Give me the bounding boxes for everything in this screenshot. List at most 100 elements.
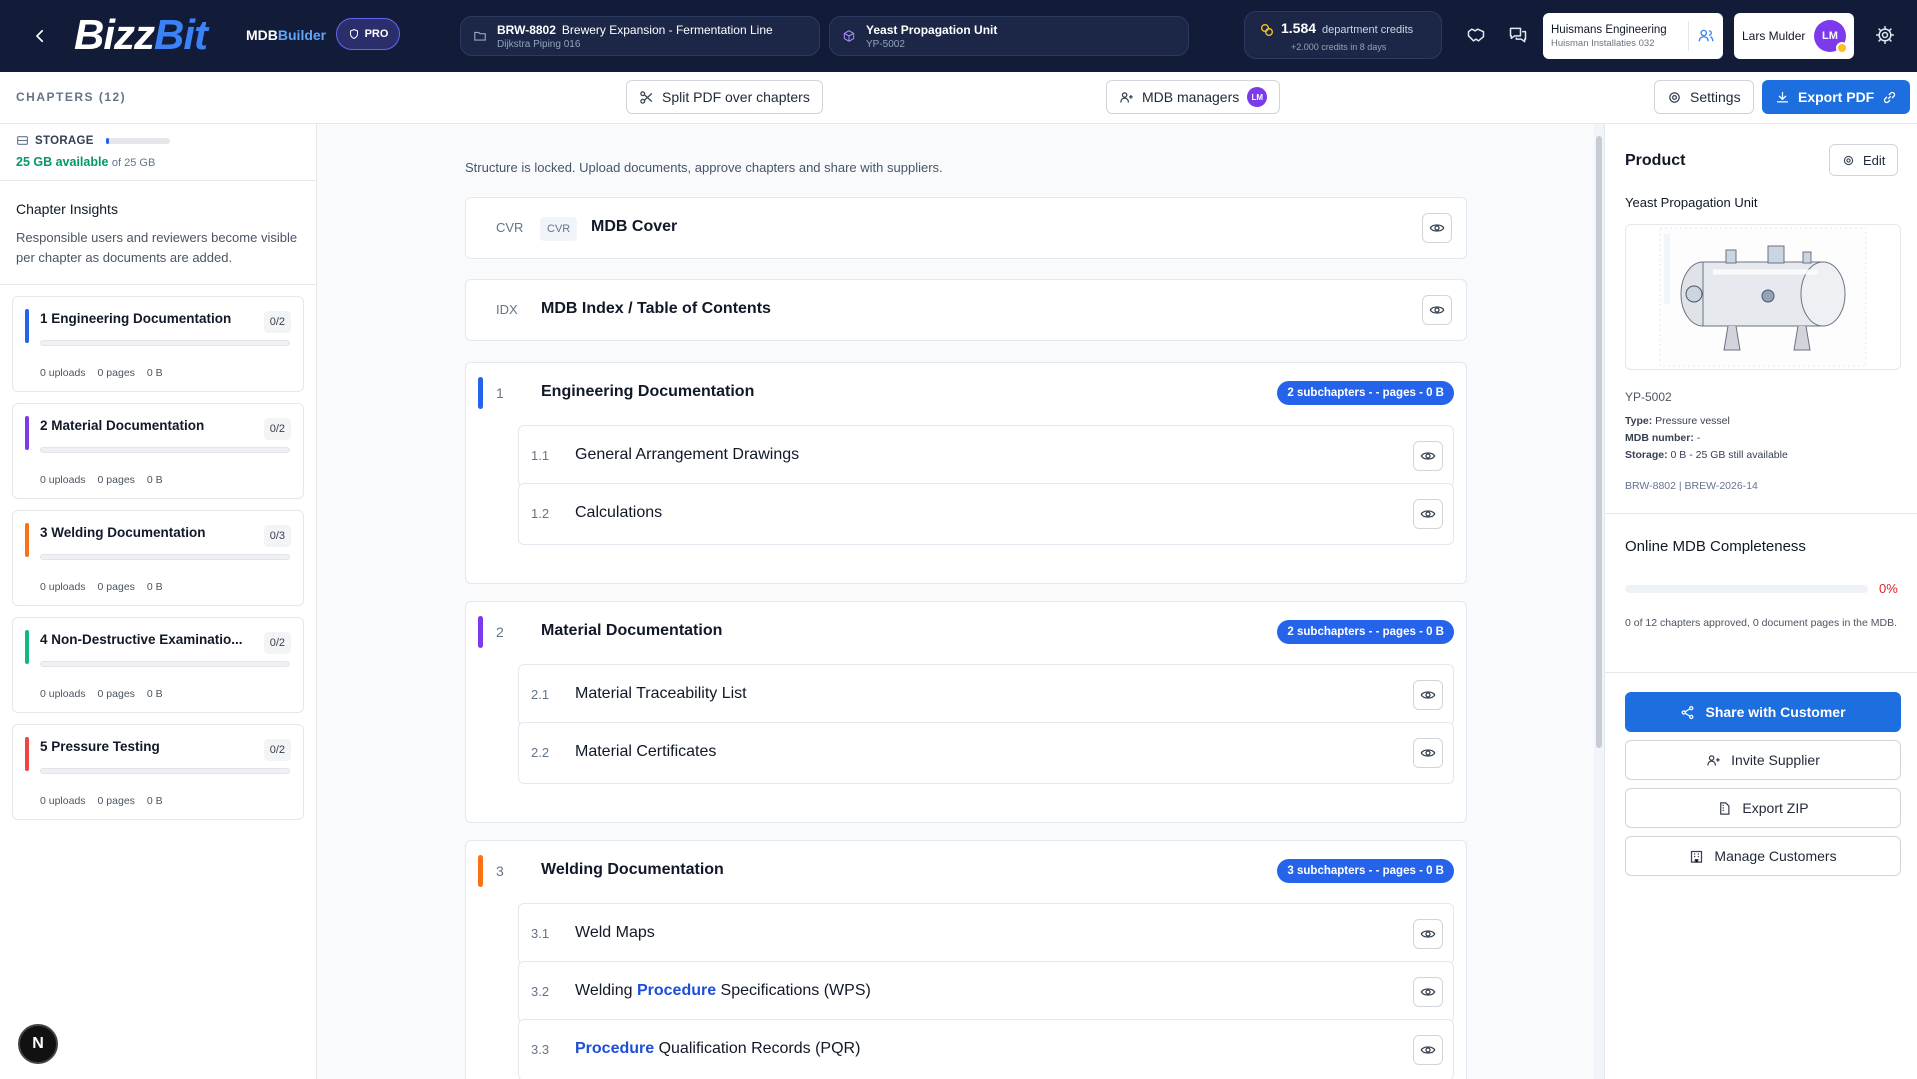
cover-row[interactable]: CVR CVR MDB Cover — [465, 197, 1467, 259]
subchapter-number: 3.2 — [531, 984, 550, 999]
export-zip-button[interactable]: Export ZIP — [1625, 788, 1901, 828]
insights-title: Chapter Insights — [16, 201, 118, 217]
preview-button[interactable] — [1413, 738, 1443, 768]
chapter-card[interactable]: 1 Engineering Documentation 0/2 0 uploads 0… — [12, 296, 304, 392]
storage-of: of 25 GB — [111, 157, 156, 169]
gear-icon — [1843, 155, 1854, 165]
credits-box[interactable]: 1.584 department credits +2.000 credits i… — [1244, 11, 1442, 59]
section-name[interactable]: Material Documentation — [541, 622, 722, 640]
subchapter-row[interactable]: 2.1 Material Traceability List — [518, 664, 1454, 726]
mdb-managers-button[interactable]: MDB managers LM — [1106, 80, 1281, 114]
subchapter-row[interactable]: 3.3 Procedure Qualification Records (PQR) — [518, 1019, 1454, 1079]
share-customer-button[interactable]: Share with Customer — [1625, 692, 1901, 732]
subchapter-row[interactable]: 1.2 Calculations — [518, 483, 1454, 545]
chapter-color-bar — [25, 523, 29, 557]
unit-code: YP-5002 — [866, 38, 905, 50]
project-selector[interactable]: BRW-8802 Brewery Expansion - Fermentation… — [460, 16, 820, 56]
status-dot — [1836, 42, 1848, 54]
export-pdf-button[interactable]: Export PDF — [1762, 80, 1911, 114]
chapter-card[interactable]: 5 Pressure Testing 0/2 0 uploads 0 pages 0 B — [12, 724, 304, 820]
user-plus-icon — [1707, 754, 1720, 766]
highlighted-term: Procedure — [575, 1040, 655, 1057]
user-name: Lars Mulder — [1742, 29, 1806, 43]
handshake-button[interactable] — [1461, 20, 1491, 50]
chapter-meta: 0 uploads 0 pages 0 B — [40, 688, 163, 700]
mdb-number-label: MDB number: — [1625, 432, 1694, 444]
eye-icon — [1420, 930, 1436, 938]
unit-selector[interactable]: Yeast Propagation Unit YP-5002 — [829, 16, 1189, 56]
cover-preview-button[interactable] — [1422, 213, 1452, 243]
index-preview-button[interactable] — [1422, 295, 1452, 325]
index-code: IDX — [496, 302, 518, 317]
product-image — [1625, 224, 1901, 370]
preview-button[interactable] — [1413, 680, 1443, 710]
credits-label: department credits — [1322, 24, 1414, 36]
invite-supplier-button[interactable]: Invite Supplier — [1625, 740, 1901, 780]
scrollbar-thumb[interactable] — [1596, 136, 1602, 748]
subchapter-row[interactable]: 3.2 Welding Procedure Specifications (WPS… — [518, 961, 1454, 1023]
chapter-count: 0/2 — [263, 418, 291, 440]
subchapter-row[interactable]: 3.1 Weld Maps — [518, 903, 1454, 965]
bizzbit-logo[interactable]: Bizz Bit — [74, 10, 208, 60]
chapter-color-bar — [25, 630, 29, 664]
user-menu[interactable]: Lars Mulder LM — [1734, 13, 1854, 59]
chapters-title: CHAPTERS (12) — [16, 90, 127, 104]
split-pdf-button[interactable]: Split PDF over chapters — [626, 80, 823, 114]
messages-button[interactable] — [1503, 20, 1533, 50]
mdb-number-value: - — [1696, 432, 1701, 444]
eye-icon — [1420, 510, 1436, 518]
preview-button[interactable] — [1413, 919, 1443, 949]
credits-amount: 1.584 — [1281, 20, 1317, 36]
preview-button[interactable] — [1413, 977, 1443, 1007]
storage-panel: STORAGE 25 GB available of 25 GB — [0, 124, 316, 181]
chapter-card[interactable]: 3 Welding Documentation 0/3 0 uploads 0 pag… — [12, 510, 304, 606]
next-devtools-button[interactable]: N — [18, 1024, 58, 1064]
cover-tag: CVR — [540, 217, 578, 241]
chapter-count: 0/2 — [263, 739, 291, 761]
subchapter-name: Procedure Qualification Records (PQR) — [575, 1040, 860, 1058]
preview-button[interactable] — [1413, 441, 1443, 471]
edit-product-button[interactable]: Edit — [1829, 144, 1899, 176]
chapter-section: 1 Engineering Documentation 2 subchapters … — [465, 362, 1467, 584]
project-name: Brewery Expansion - Fermentation Line — [561, 22, 773, 37]
chapter-color-bar — [25, 737, 29, 771]
managers-avatar: LM — [1247, 87, 1268, 107]
settings-button[interactable]: Settings — [1654, 80, 1754, 114]
preview-button[interactable] — [1413, 499, 1443, 529]
subchapter-row[interactable]: 2.2 Material Certificates — [518, 722, 1454, 784]
edit-label: Edit — [1863, 152, 1886, 168]
chapter-progress — [40, 661, 290, 667]
preview-button[interactable] — [1413, 1035, 1443, 1065]
section-badge: 2 subchapters - - pages - 0 B — [1277, 381, 1454, 405]
subchapter-name-text: Weld Maps — [575, 924, 655, 941]
chapter-color-bar — [25, 416, 29, 450]
chapters-sidebar: STORAGE 25 GB available of 25 GB Chapter… — [0, 124, 317, 1079]
settings-gear-button[interactable] — [1870, 20, 1900, 50]
subchapter-name: Material Traceability List — [575, 685, 747, 703]
type-label: Type: — [1625, 415, 1653, 427]
section-name[interactable]: Welding Documentation — [541, 861, 724, 879]
company-selector[interactable]: Huismans Engineering Huisman Installatie… — [1543, 13, 1723, 59]
subchapter-number: 2.2 — [531, 745, 550, 760]
back-button[interactable] — [28, 24, 52, 48]
building-icon — [1691, 850, 1703, 863]
subchapter-name: Material Certificates — [575, 743, 716, 761]
section-name[interactable]: Engineering Documentation — [541, 383, 754, 401]
chapter-count: 0/3 — [263, 525, 291, 547]
product-panel: Product Edit Yeast Propagation Unit YP-5… — [1604, 124, 1917, 1079]
main-scrollbar[interactable] — [1594, 124, 1604, 1079]
invite-label: Invite Supplier — [1731, 752, 1820, 768]
chapter-progress — [40, 554, 290, 560]
product-title: Product — [1625, 152, 1686, 169]
chapter-card[interactable]: 4 Non-Destructive Examinatio... 0/2 0 uplo… — [12, 617, 304, 713]
storage-available: 25 GB available — [16, 155, 109, 169]
chapter-card[interactable]: 2 Material Documentation 0/2 0 uploads 0 pa… — [12, 403, 304, 499]
manage-customers-button[interactable]: Manage Customers — [1625, 836, 1901, 876]
manage-label: Manage Customers — [1714, 848, 1837, 864]
chapter-size: 0 B — [146, 581, 163, 593]
index-row[interactable]: IDX MDB Index / Table of Contents — [465, 279, 1467, 341]
chapter-progress — [40, 447, 290, 453]
section-badge: 2 subchapters - - pages - 0 B — [1277, 620, 1454, 644]
subchapter-name-text: Specifications (WPS) — [716, 982, 871, 999]
subchapter-row[interactable]: 1.1 General Arrangement Drawings — [518, 425, 1454, 487]
